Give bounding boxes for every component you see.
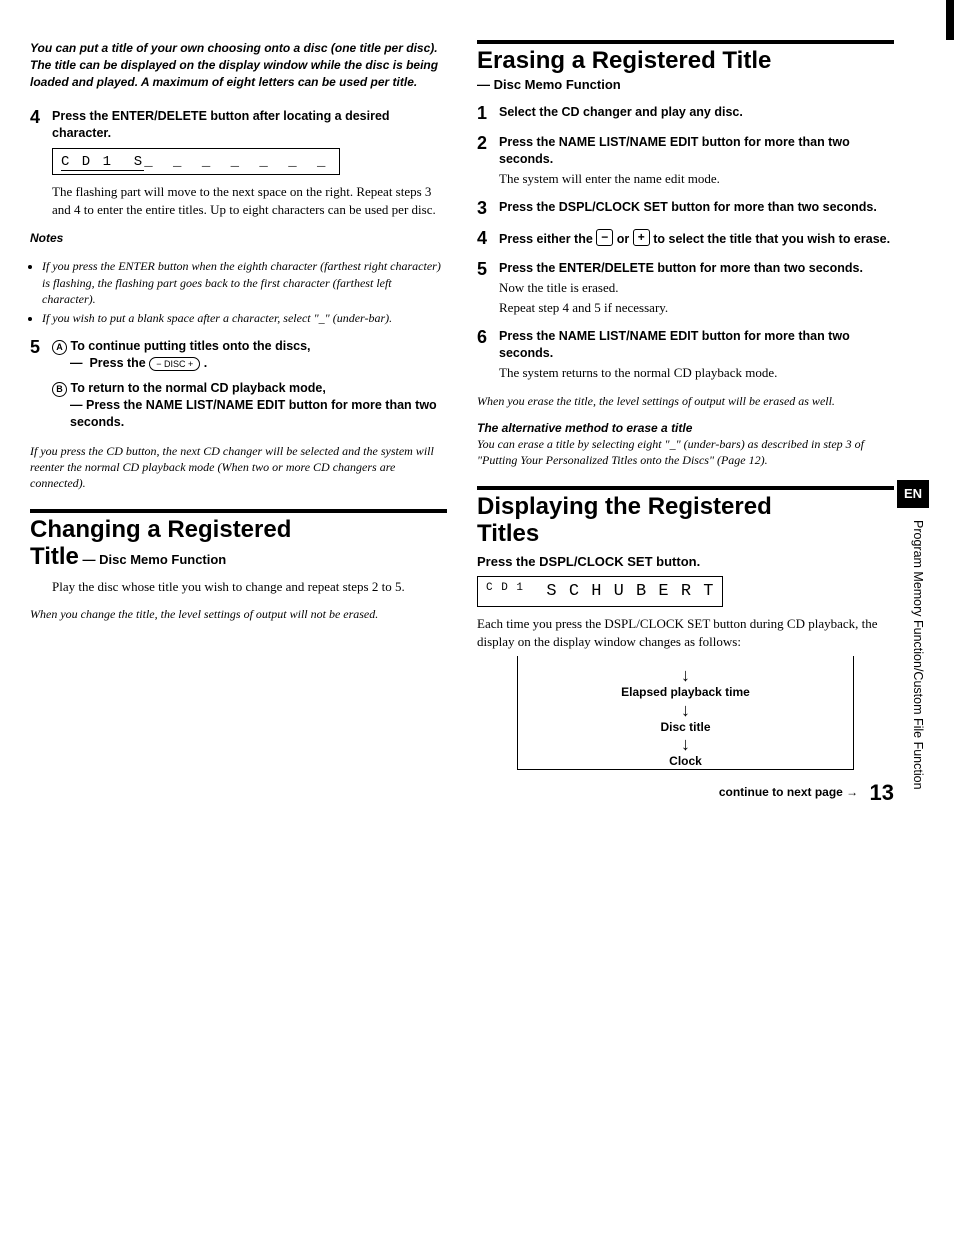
intro-paragraph: You can put a title of your own choosing… bbox=[30, 40, 447, 90]
lcd-display: C D 1 S_ _ _ _ _ _ _ bbox=[52, 148, 340, 175]
erase-step-3: 3 Press the DSPL/CLOCK SET button for mo… bbox=[477, 199, 894, 217]
circle-b-icon: B bbox=[52, 382, 67, 397]
step-5a: A To continue putting titles onto the di… bbox=[52, 338, 447, 355]
erase-step-6: 6 Press the NAME LIST/NAME EDIT button f… bbox=[477, 328, 894, 381]
circle-a-icon: A bbox=[52, 340, 67, 355]
erase-step-1: 1 Select the CD changer and play any dis… bbox=[477, 104, 894, 122]
displaying-body: Each time you press the DSPL/CLOCK SET b… bbox=[477, 615, 894, 650]
flow-item: Disc title bbox=[548, 719, 823, 735]
section-rule bbox=[477, 486, 894, 490]
note-item: If you wish to put a blank space after a… bbox=[42, 310, 447, 326]
erase-note: When you erase the title, the level sett… bbox=[477, 393, 894, 409]
step-text: The system will enter the name edit mode… bbox=[499, 170, 894, 188]
step-4-description: The flashing part will move to the next … bbox=[52, 183, 447, 218]
notes-list: If you press the ENTER button when the e… bbox=[30, 258, 447, 326]
step-4-instruction: Press the ENTER/DELETE button after loca… bbox=[52, 108, 447, 142]
flow-diagram: ↓ Elapsed playback time ↓ Disc title ↓ C… bbox=[517, 656, 854, 770]
step-text: The system returns to the normal CD play… bbox=[499, 364, 894, 382]
step-4: 4 Press the ENTER/DELETE button after lo… bbox=[30, 108, 447, 218]
plus-button-icon: + bbox=[633, 229, 650, 246]
changing-title-heading: Changing a Registered Title — Disc Memo … bbox=[30, 517, 447, 570]
top-edge-mark bbox=[946, 0, 954, 40]
erase-step-5: 5 Press the ENTER/DELETE button for more… bbox=[477, 260, 894, 316]
tail-note: If you press the CD button, the next CD … bbox=[30, 443, 447, 492]
step-5: 5 A To continue putting titles onto the … bbox=[30, 338, 447, 431]
section-rule bbox=[477, 40, 894, 44]
step-number: 2 bbox=[477, 134, 499, 187]
lcd-display: C D 1 S C H U B E R T bbox=[477, 576, 723, 607]
displaying-heading: Displaying the RegisteredTitles bbox=[477, 494, 894, 547]
step-label: Press the ENTER/DELETE button for more t… bbox=[499, 260, 894, 277]
step-label: Press either the − or + to select the ti… bbox=[499, 229, 894, 248]
step-label: Press the NAME LIST/NAME EDIT button for… bbox=[499, 134, 894, 168]
step-label: Select the CD changer and play any disc. bbox=[499, 104, 894, 121]
displaying-sub: Press the DSPL/CLOCK SET button. bbox=[477, 553, 894, 571]
flow-item: Clock bbox=[548, 753, 823, 769]
step-5b: B To return to the normal CD playback mo… bbox=[52, 380, 447, 397]
left-column: You can put a title of your own choosing… bbox=[30, 40, 447, 808]
page-number: 13 bbox=[870, 780, 894, 805]
note-item: If you press the ENTER button when the e… bbox=[42, 258, 447, 307]
arrow-down-icon: ↓ bbox=[548, 735, 823, 753]
erase-step-4: 4 Press either the − or + to select the … bbox=[477, 229, 894, 248]
step-label: Press the NAME LIST/NAME EDIT button for… bbox=[499, 328, 894, 362]
notes-heading: Notes bbox=[30, 230, 447, 246]
step-text: Repeat step 4 and 5 if necessary. bbox=[499, 299, 894, 317]
step-number: 5 bbox=[30, 338, 52, 431]
right-column: Erasing a Registered Title — Disc Memo F… bbox=[477, 40, 894, 808]
alt-method-heading: The alternative method to erase a title bbox=[477, 420, 894, 436]
disc-button-icon: − DISC + bbox=[149, 357, 200, 371]
erase-step-2: 2 Press the NAME LIST/NAME EDIT button f… bbox=[477, 134, 894, 187]
step-5a-sub: — Press the − DISC + . bbox=[70, 355, 447, 372]
erasing-subheading: — Disc Memo Function bbox=[477, 76, 894, 94]
section-side-label: Program Memory Function/Custom File Func… bbox=[909, 520, 926, 790]
step-number: 4 bbox=[30, 108, 52, 218]
step-number: 5 bbox=[477, 260, 499, 316]
step-number: 4 bbox=[477, 229, 499, 248]
changing-body: Play the disc whose title you wish to ch… bbox=[52, 578, 447, 596]
erasing-heading: Erasing a Registered Title bbox=[477, 48, 894, 74]
arrow-down-icon: ↓ bbox=[548, 666, 823, 684]
section-rule bbox=[30, 509, 447, 513]
page-footer: continue to next page → 13 bbox=[477, 778, 894, 808]
step-number: 6 bbox=[477, 328, 499, 381]
alt-method-text: You can erase a title by selecting eight… bbox=[477, 436, 894, 468]
step-number: 1 bbox=[477, 104, 499, 122]
language-tab: EN bbox=[897, 480, 929, 508]
minus-button-icon: − bbox=[596, 229, 613, 246]
step-label: Press the DSPL/CLOCK SET button for more… bbox=[499, 199, 894, 216]
step-5b-sub: — Press the NAME LIST/NAME EDIT button f… bbox=[70, 397, 447, 431]
step-text: Now the title is erased. bbox=[499, 279, 894, 297]
page-columns: You can put a title of your own choosing… bbox=[30, 40, 894, 808]
flow-item: Elapsed playback time bbox=[548, 684, 823, 700]
arrow-down-icon: ↓ bbox=[548, 701, 823, 719]
changing-note: When you change the title, the level set… bbox=[30, 606, 447, 622]
step-number: 3 bbox=[477, 199, 499, 217]
